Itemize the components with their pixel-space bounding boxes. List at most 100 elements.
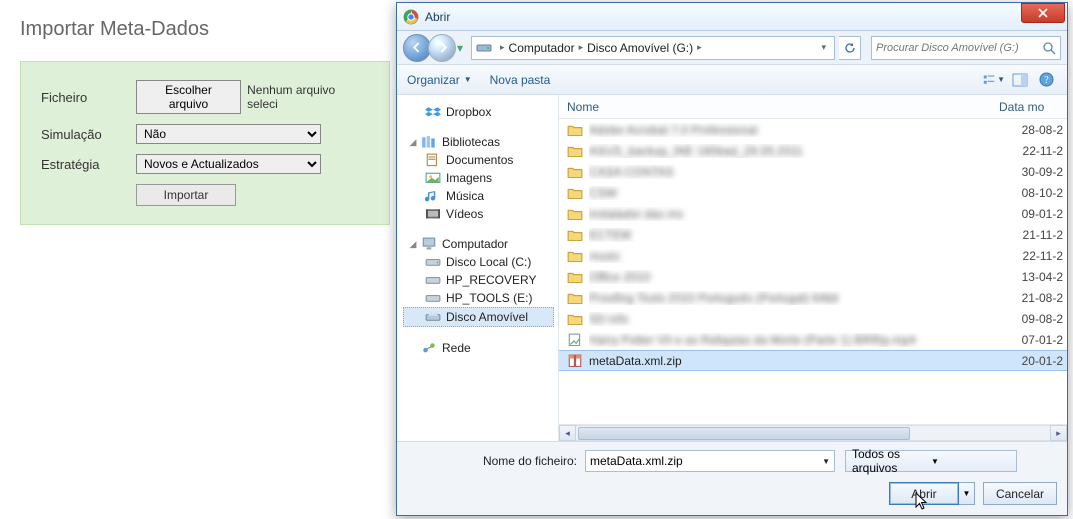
- file-date: 28-08-2: [999, 123, 1067, 137]
- tree-item-videos[interactable]: Vídeos: [403, 205, 554, 223]
- breadcrumb-leaf[interactable]: Disco Amovível (G:): [587, 41, 693, 55]
- file-row[interactable]: metaData.xml.zip20-01-2: [559, 350, 1067, 371]
- file-date: 22-11-2: [999, 249, 1067, 263]
- filename-input[interactable]: [590, 454, 818, 468]
- file-list-pane: Nome Data mo Adobe Acrobat 7.0 Professio…: [559, 95, 1067, 441]
- tree-item-network[interactable]: ◢Rede: [403, 339, 554, 357]
- scroll-left-button[interactable]: ◂: [559, 425, 576, 441]
- strategy-label: Estratégia: [41, 157, 136, 172]
- open-button-dropdown[interactable]: ▼: [959, 482, 975, 505]
- scroll-right-button[interactable]: ▸: [1050, 425, 1067, 441]
- drive-icon: [425, 255, 441, 269]
- view-mode-button[interactable]: ▼: [983, 69, 1005, 91]
- cancel-button[interactable]: Cancelar: [983, 482, 1057, 505]
- file-name: CASA CONTAS: [589, 165, 999, 179]
- breadcrumb-root[interactable]: Computador: [509, 41, 575, 55]
- breadcrumb-expand-icon[interactable]: ▾: [821, 42, 826, 53]
- file-name: ASUS_backup_INE 180bad_26.05.2011: [589, 144, 999, 158]
- file-name: metaData.xml.zip: [589, 354, 999, 368]
- file-name: music: [589, 249, 999, 263]
- removable-drive-icon: [425, 310, 441, 324]
- arrow-left-icon: [412, 42, 423, 53]
- file-row[interactable]: SD info09-08-2: [559, 308, 1067, 329]
- preview-pane-button[interactable]: [1009, 69, 1031, 91]
- file-row[interactable]: music22-11-2: [559, 245, 1067, 266]
- folder-tree: Dropbox ◢Bibliotecas Documentos Imagens …: [397, 95, 559, 441]
- tree-item-computer[interactable]: ◢Computador: [403, 235, 554, 253]
- file-name: SD info: [589, 312, 999, 326]
- help-button[interactable]: ?: [1035, 69, 1057, 91]
- file-row[interactable]: Harry Potter VII e as Reliquias da Morte…: [559, 329, 1067, 350]
- dialog-title: Abrir: [425, 10, 450, 24]
- close-button[interactable]: [1021, 3, 1065, 23]
- folder-icon: [567, 144, 583, 158]
- column-header-name[interactable]: Nome: [567, 100, 999, 114]
- tree-item-images[interactable]: Imagens: [403, 169, 554, 187]
- tree-item-hp-tools[interactable]: HP_TOOLS (E:): [403, 289, 554, 307]
- organize-menu[interactable]: Organizar▼: [407, 73, 472, 87]
- folder-icon: [567, 123, 583, 137]
- close-icon: [1038, 8, 1048, 18]
- file-date: 07-01-2: [999, 333, 1067, 347]
- file-row[interactable]: ECTEM21-11-2: [559, 224, 1067, 245]
- file-name: CSW: [589, 186, 999, 200]
- choose-file-button[interactable]: Escolher arquivo: [136, 80, 241, 114]
- file-row[interactable]: CASA CONTAS30-09-2: [559, 161, 1067, 182]
- file-row[interactable]: CSW08-10-2: [559, 182, 1067, 203]
- dialog-bottom-panel: Nome do ficheiro: ▼ Todos os arquivos ▼ …: [397, 441, 1067, 515]
- tree-item-removable-disk[interactable]: Disco Amovível: [403, 307, 554, 327]
- folder-icon: [567, 207, 583, 221]
- file-date: 21-11-2: [999, 228, 1067, 242]
- tree-item-dropbox[interactable]: Dropbox: [403, 103, 554, 121]
- breadcrumb[interactable]: ▸ Computador ▸ Disco Amovível (G:) ▸ ▾: [471, 36, 835, 60]
- new-folder-button[interactable]: Nova pasta: [490, 73, 551, 87]
- back-button[interactable]: [403, 34, 431, 62]
- file-name: Office 2010: [589, 270, 999, 284]
- search-input[interactable]: [876, 42, 1042, 54]
- archive-icon: [567, 354, 583, 368]
- dialog-toolbar: Organizar▼ Nova pasta ▼ ?: [397, 65, 1067, 95]
- import-panel: Ficheiro Escolher arquivo Nenhum arquivo…: [20, 61, 390, 225]
- scroll-track[interactable]: [576, 425, 1050, 441]
- network-icon: [421, 341, 437, 355]
- file-row[interactable]: instalador das ms09-01-2: [559, 203, 1067, 224]
- search-box[interactable]: [871, 36, 1061, 60]
- simulation-select[interactable]: Não: [136, 124, 321, 144]
- file-row[interactable]: Adobe Acrobat 7.0 Professional28-08-2: [559, 119, 1067, 140]
- folder-icon: [567, 312, 583, 326]
- forward-button[interactable]: [428, 34, 456, 62]
- chevron-down-icon: ◢: [407, 137, 419, 148]
- file-label: Ficheiro: [41, 90, 136, 105]
- tree-item-libraries[interactable]: ◢Bibliotecas: [403, 133, 554, 151]
- file-row[interactable]: Proofing Tools 2010 Português (Portugal)…: [559, 287, 1067, 308]
- folder-icon: [567, 165, 583, 179]
- file-date: 30-09-2: [999, 165, 1067, 179]
- horizontal-scrollbar[interactable]: ◂ ▸: [559, 424, 1067, 441]
- filename-combo[interactable]: ▼: [585, 450, 835, 472]
- tree-item-documents[interactable]: Documentos: [403, 151, 554, 169]
- folder-icon: [567, 270, 583, 284]
- file-date: 21-08-2: [999, 291, 1067, 305]
- column-header-date[interactable]: Data mo: [999, 100, 1067, 114]
- strategy-select[interactable]: Novos e Actualizados: [136, 154, 321, 174]
- chevron-down-icon[interactable]: ▼: [822, 457, 830, 466]
- refresh-button[interactable]: [839, 36, 861, 60]
- music-icon: [425, 189, 441, 203]
- filetype-select[interactable]: Todos os arquivos ▼: [845, 450, 1017, 472]
- arrow-right-icon: [437, 42, 448, 53]
- file-row[interactable]: ASUS_backup_INE 180bad_26.05.201122-11-2: [559, 140, 1067, 161]
- tree-item-music[interactable]: Música: [403, 187, 554, 205]
- drive-icon: [425, 273, 441, 287]
- scroll-thumb[interactable]: [578, 427, 910, 440]
- tree-item-disk-c[interactable]: Disco Local (C:): [403, 253, 554, 271]
- file-date: 22-11-2: [999, 144, 1067, 158]
- svg-text:?: ?: [1044, 75, 1049, 86]
- chevron-down-icon: ◢: [407, 239, 419, 250]
- simulation-label: Simulação: [41, 127, 136, 142]
- import-button[interactable]: Importar: [136, 184, 236, 206]
- file-date: 09-08-2: [999, 312, 1067, 326]
- file-row[interactable]: Office 201013-04-2: [559, 266, 1067, 287]
- file-name: Harry Potter VII e as Reliquias da Morte…: [589, 333, 999, 347]
- folder-icon: [567, 186, 583, 200]
- tree-item-hp-recovery[interactable]: HP_RECOVERY: [403, 271, 554, 289]
